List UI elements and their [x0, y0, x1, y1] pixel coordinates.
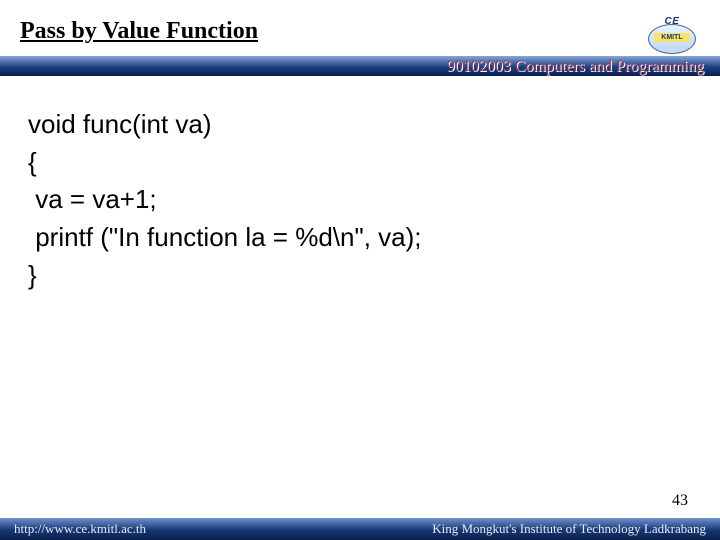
slide-footer: http://www.ce.kmitl.ac.th King Mongkut's… — [0, 518, 720, 540]
footer-org: King Mongkut's Institute of Technology L… — [432, 521, 706, 537]
institute-logo: CE KMITL — [644, 10, 700, 54]
code-line: va = va+1; — [28, 181, 692, 219]
slide-title: Pass by Value Function — [20, 18, 700, 45]
page-number: 43 — [672, 492, 688, 510]
slide-header: Pass by Value Function CE KMITL 90102003… — [0, 0, 720, 82]
footer-url: http://www.ce.kmitl.ac.th — [14, 521, 146, 537]
code-line: { — [28, 144, 692, 182]
logo-text-top: CE — [644, 16, 700, 27]
code-block: void func(int va) { va = va+1; printf ("… — [0, 82, 720, 294]
code-line: void func(int va) — [28, 106, 692, 144]
course-label: 90102003 Computers and Programming — [447, 58, 704, 76]
code-line: printf ("In function la = %d\n", va); — [28, 219, 692, 257]
logo-text-sub: KMITL — [654, 33, 690, 42]
code-line: } — [28, 257, 692, 295]
